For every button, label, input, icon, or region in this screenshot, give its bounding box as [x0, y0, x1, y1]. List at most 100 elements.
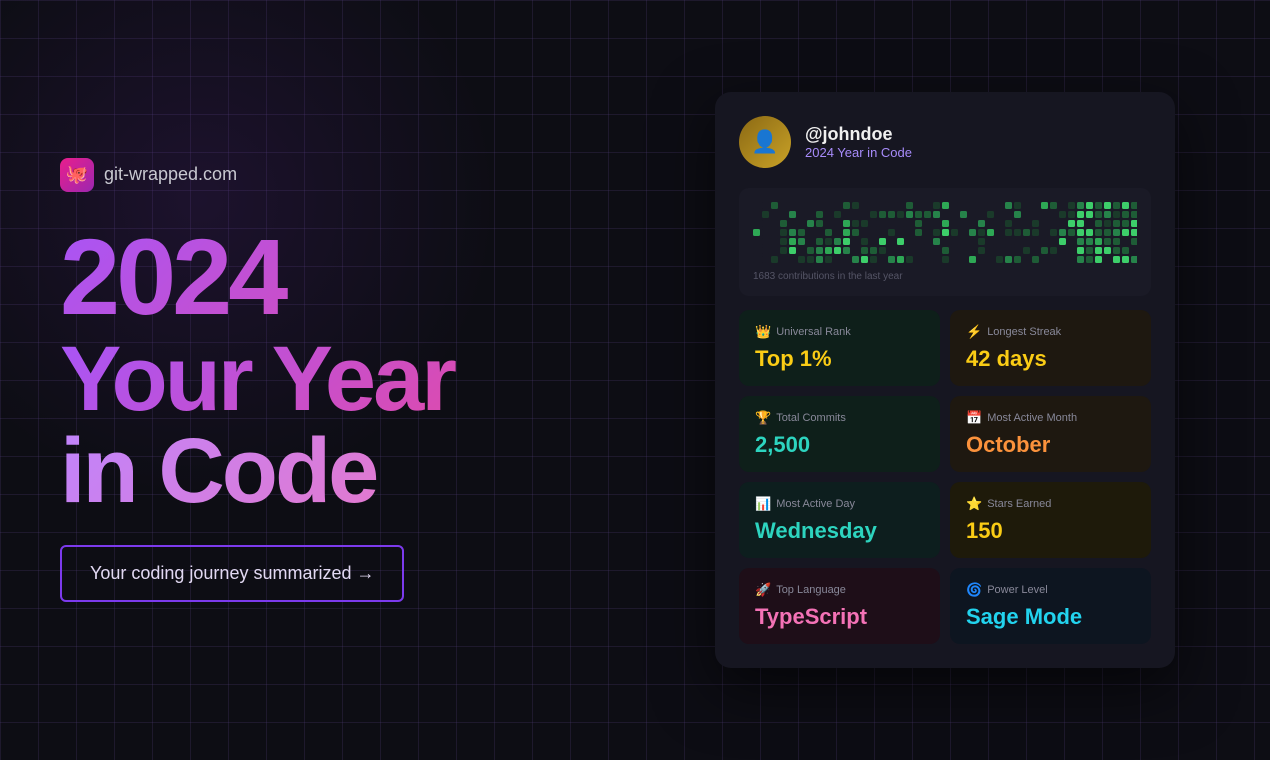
contrib-cell — [816, 238, 823, 245]
stat-label: Universal Rank — [776, 326, 851, 338]
contrib-cell — [843, 202, 850, 209]
contrib-cell — [1050, 220, 1057, 227]
contrib-cell — [1104, 256, 1111, 263]
contrib-cell — [816, 211, 823, 218]
contrib-cell — [969, 247, 976, 254]
stat-card: 🏆Total Commits2,500 — [739, 396, 940, 472]
contrib-cell — [852, 220, 859, 227]
stat-value: 150 — [966, 518, 1135, 544]
contrib-cell — [987, 256, 994, 263]
contrib-cell — [915, 229, 922, 236]
contrib-cell — [942, 211, 949, 218]
contrib-cell — [1113, 220, 1120, 227]
contrib-cell — [834, 247, 841, 254]
contrib-cell — [888, 220, 895, 227]
left-panel: 🐙 git-wrapped.com 2024 Your Year in Code… — [60, 158, 600, 602]
contrib-cell — [1023, 211, 1030, 218]
contrib-cell — [798, 247, 805, 254]
contrib-cell — [1077, 229, 1084, 236]
contrib-cell — [933, 211, 940, 218]
contrib-cell — [834, 256, 841, 263]
brand: 🐙 git-wrapped.com — [60, 158, 600, 192]
contrib-cell — [1014, 238, 1021, 245]
contrib-cell — [852, 247, 859, 254]
contrib-cell — [780, 238, 787, 245]
contrib-cell — [996, 211, 1003, 218]
contrib-cell — [924, 238, 931, 245]
contrib-cell — [861, 202, 868, 209]
contrib-cell — [1122, 202, 1129, 209]
contrib-cell — [978, 211, 985, 218]
contrib-cell — [1131, 211, 1137, 218]
contrib-cell — [969, 256, 976, 263]
stat-card: 👑Universal RankTop 1% — [739, 310, 940, 386]
contrib-col — [762, 202, 769, 263]
contrib-cell — [753, 238, 760, 245]
contrib-col — [888, 202, 895, 263]
contrib-cell — [825, 256, 832, 263]
contrib-cell — [771, 229, 778, 236]
contrib-cell — [942, 229, 949, 236]
contrib-cell — [897, 238, 904, 245]
contrib-cell — [1059, 247, 1066, 254]
contrib-cell — [762, 247, 769, 254]
contrib-cell — [861, 229, 868, 236]
contrib-cell — [1059, 220, 1066, 227]
contrib-cell — [870, 247, 877, 254]
contrib-cell — [1059, 256, 1066, 263]
contrib-cell — [843, 247, 850, 254]
contrib-cell — [1032, 211, 1039, 218]
contrib-cell — [798, 238, 805, 245]
contrib-cell — [933, 247, 940, 254]
contrib-cell — [942, 256, 949, 263]
contrib-cell — [753, 247, 760, 254]
contrib-cell — [789, 229, 796, 236]
stat-value: TypeScript — [755, 604, 924, 630]
contrib-cell — [1077, 247, 1084, 254]
contrib-cell — [1113, 256, 1120, 263]
contrib-cell — [1077, 256, 1084, 263]
contrib-cell — [1032, 247, 1039, 254]
stat-value: October — [966, 432, 1135, 458]
contrib-cell — [951, 256, 958, 263]
contrib-cell — [1068, 256, 1075, 263]
contrib-cell — [780, 202, 787, 209]
contrib-cell — [897, 247, 904, 254]
contrib-cell — [771, 202, 778, 209]
contrib-col — [1068, 202, 1075, 263]
contrib-cell — [978, 220, 985, 227]
contrib-cell — [1095, 202, 1102, 209]
contrib-cell — [1041, 247, 1048, 254]
stat-label-row: ⚡Longest Streak — [966, 324, 1135, 340]
contrib-cell — [1050, 229, 1057, 236]
contrib-cell — [1131, 238, 1137, 245]
contrib-col — [933, 202, 940, 263]
contrib-col — [1122, 202, 1129, 263]
contrib-cell — [852, 238, 859, 245]
contrib-cell — [996, 256, 1003, 263]
contrib-cell — [906, 220, 913, 227]
contrib-cell — [1131, 220, 1137, 227]
contrib-cell — [933, 238, 940, 245]
stat-icon: 📅 — [966, 410, 982, 426]
contrib-cell — [987, 238, 994, 245]
contrib-cell — [951, 247, 958, 254]
stat-label-row: 📅Most Active Month — [966, 410, 1135, 426]
contrib-cell — [1086, 238, 1093, 245]
contrib-cell — [1005, 220, 1012, 227]
contrib-cell — [1113, 238, 1120, 245]
contrib-cell — [762, 211, 769, 218]
cta-button[interactable]: Your coding journey summarized → — [60, 545, 404, 602]
contribution-grid — [753, 202, 1137, 263]
stat-card: 🌀Power LevelSage Mode — [950, 568, 1151, 644]
contrib-col — [1041, 202, 1048, 263]
contrib-cell — [1104, 211, 1111, 218]
stat-label-row: 🏆Total Commits — [755, 410, 924, 426]
contrib-cell — [1014, 229, 1021, 236]
contrib-cell — [780, 229, 787, 236]
contrib-cell — [789, 247, 796, 254]
contrib-cell — [1122, 211, 1129, 218]
contrib-cell — [1122, 220, 1129, 227]
contrib-cell — [915, 220, 922, 227]
contrib-cell — [933, 229, 940, 236]
